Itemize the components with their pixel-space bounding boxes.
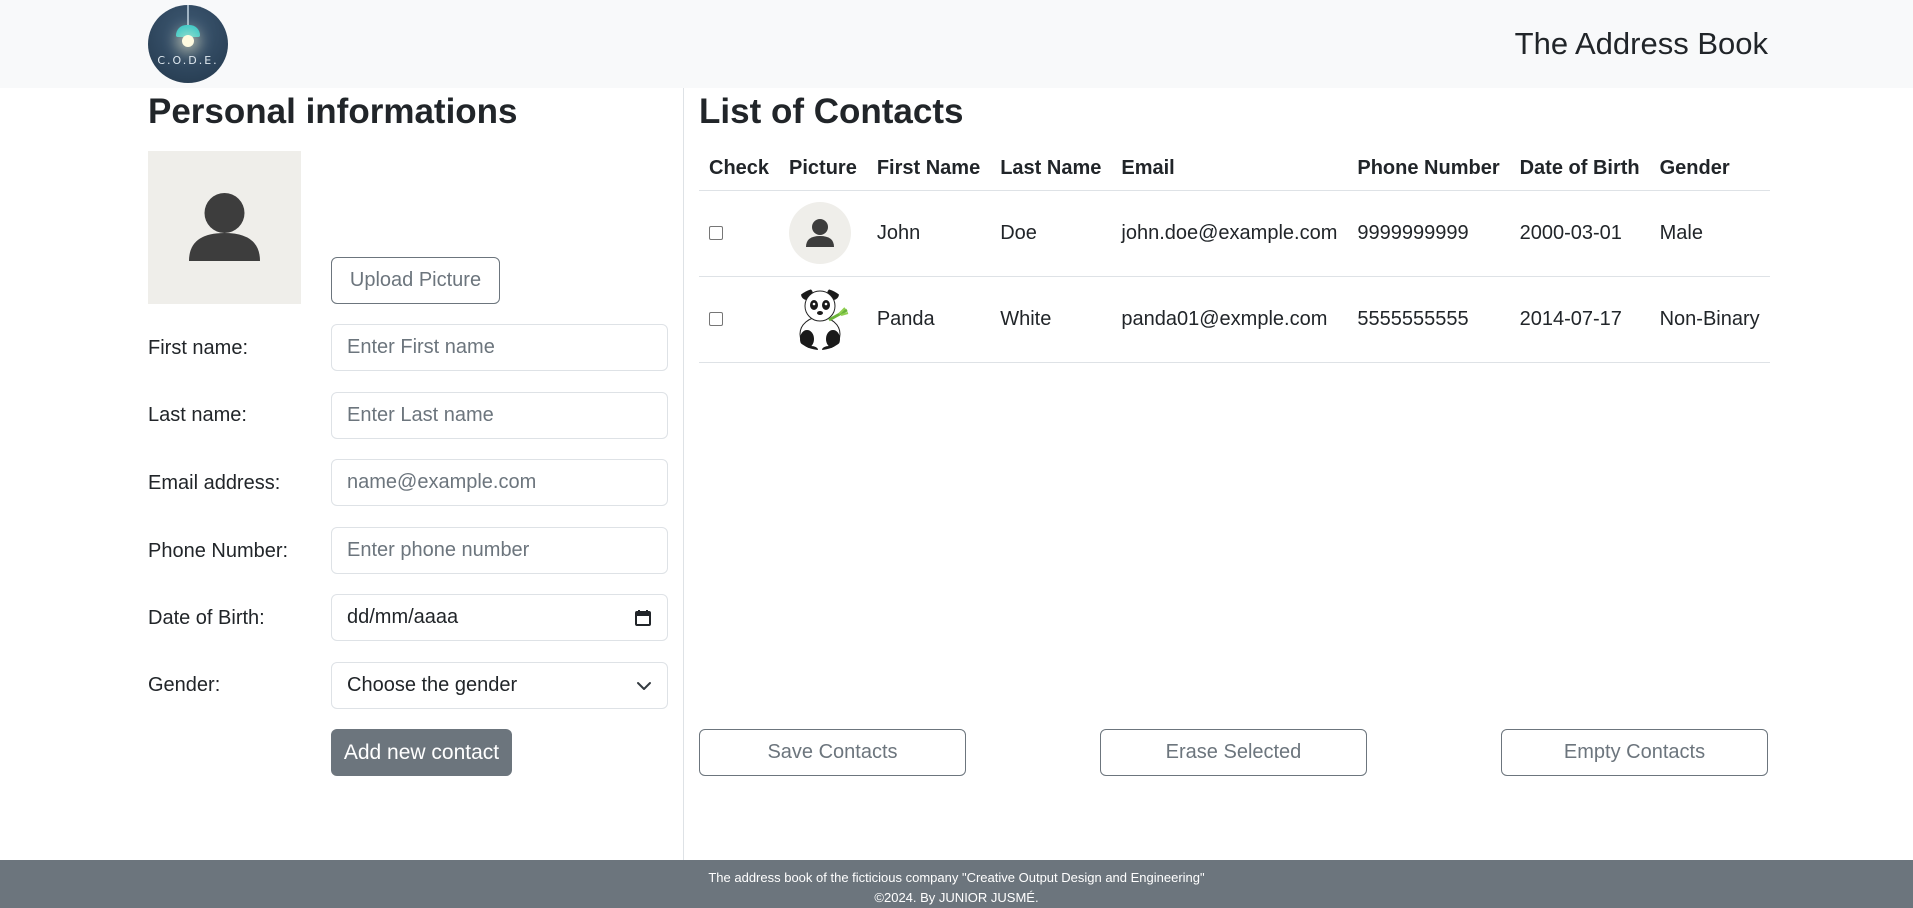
first-name-cell: John: [866, 190, 991, 277]
picture-cell: [779, 190, 867, 277]
gender-cell: Male: [1649, 190, 1770, 277]
dob-value: dd/mm/aaaa: [347, 606, 459, 628]
phone-input[interactable]: [331, 527, 668, 574]
add-contact-button[interactable]: Add new contact: [331, 729, 512, 776]
column-divider: [683, 88, 684, 860]
table-row: John Doe john.doe@example.com 9999999999…: [699, 190, 1770, 277]
save-contacts-button[interactable]: Save Contacts: [699, 729, 966, 776]
column-header-picture: Picture: [779, 147, 867, 191]
email-input[interactable]: [331, 459, 668, 506]
app-title: The Address Book: [1514, 26, 1768, 61]
dob-cell: 2000-03-01: [1509, 190, 1650, 277]
row-checkbox[interactable]: [709, 226, 723, 241]
first-name-cell: Panda: [866, 276, 991, 363]
last-name-cell: White: [990, 276, 1112, 363]
column-header-first-name: First Name: [866, 147, 991, 191]
column-header-phone: Phone Number: [1347, 147, 1510, 191]
last-name-cell: Doe: [990, 190, 1112, 277]
column-header-check: Check: [699, 147, 780, 191]
erase-selected-button[interactable]: Erase Selected: [1100, 729, 1367, 776]
person-silhouette-icon: [806, 219, 835, 247]
footer: The address book of the ficticious compa…: [0, 860, 1913, 908]
bulb-icon: [182, 35, 194, 47]
gender-value: Choose the gender: [347, 674, 518, 696]
company-logo[interactable]: C.O.D.E.: [148, 5, 228, 83]
column-header-dob: Date of Birth: [1509, 147, 1650, 191]
gender-cell: Non-Binary: [1649, 276, 1770, 363]
first-name-label: First name:: [148, 337, 249, 359]
contact-avatar: [789, 288, 851, 350]
dob-cell: 2014-07-17: [1509, 276, 1650, 363]
table-row: Panda White panda01@exmple.com 555555555…: [699, 276, 1770, 363]
panda-image: [799, 288, 849, 350]
gender-select[interactable]: Choose the gender: [331, 662, 668, 709]
profile-picture-preview: [148, 151, 301, 304]
column-header-email: Email: [1111, 147, 1348, 191]
last-name-input[interactable]: [331, 392, 668, 439]
email-cell: panda01@exmple.com: [1111, 276, 1348, 363]
gender-label: Gender:: [148, 674, 221, 696]
lamp-wire: [187, 5, 189, 27]
footer-company-text: The address book of the ficticious compa…: [708, 870, 1205, 885]
email-label: Email address:: [148, 472, 281, 494]
column-header-gender: Gender: [1649, 147, 1770, 191]
phone-label: Phone Number:: [148, 540, 289, 562]
empty-contacts-button[interactable]: Empty Contacts: [1501, 729, 1768, 776]
check-cell: [699, 276, 780, 363]
picture-cell: [779, 276, 867, 363]
column-header-last-name: Last Name: [990, 147, 1112, 191]
logo-text: C.O.D.E.: [157, 54, 219, 67]
calendar-icon[interactable]: [634, 609, 652, 627]
upload-picture-button[interactable]: Upload Picture: [331, 257, 500, 304]
contacts-title: List of Contacts: [699, 92, 964, 131]
first-name-input[interactable]: [331, 324, 668, 371]
contacts-table: Check Picture First Name Last Name Email…: [699, 147, 1770, 363]
chevron-down-icon: [637, 681, 651, 690]
check-cell: [699, 190, 780, 277]
contact-avatar: [789, 202, 852, 264]
email-cell: john.doe@example.com: [1111, 190, 1348, 277]
person-silhouette-icon: [189, 193, 260, 261]
dob-label: Date of Birth:: [148, 607, 265, 629]
navbar: C.O.D.E. The Address Book: [0, 0, 1913, 88]
last-name-label: Last name:: [148, 404, 247, 426]
dob-input[interactable]: dd/mm/aaaa: [331, 594, 668, 641]
phone-cell: 9999999999: [1347, 190, 1510, 277]
table-header-row: Check Picture First Name Last Name Email…: [699, 147, 1770, 191]
footer-copyright: ©2024. By JUNIOR JUSMÉ.: [874, 890, 1039, 905]
row-checkbox[interactable]: [709, 312, 723, 327]
phone-cell: 5555555555: [1347, 276, 1510, 363]
form-title: Personal informations: [148, 92, 518, 131]
